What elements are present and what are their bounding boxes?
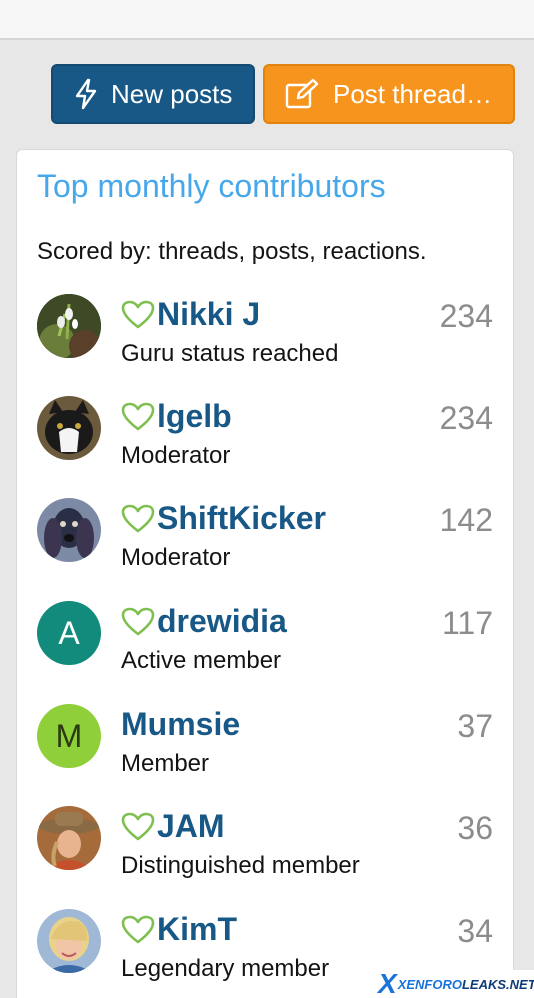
watermark-logo: X XENFORO LEAKS.NET [378, 968, 534, 998]
watermark-text-part1: XENFORO [397, 976, 462, 992]
member-score: 142 [439, 502, 493, 538]
avatar[interactable]: M [37, 704, 101, 768]
edit-icon [285, 78, 319, 109]
member-rank: Legendary member [121, 955, 330, 982]
member-name[interactable]: lgelb [157, 398, 232, 435]
post-thread-button[interactable]: Post thread… [263, 64, 515, 124]
lightning-icon [75, 78, 97, 110]
member-rank: Member [121, 750, 210, 777]
member-rank: Moderator [121, 442, 231, 469]
member-score: 34 [457, 913, 493, 949]
avatar[interactable] [37, 498, 101, 562]
member-name[interactable]: JAM [157, 808, 225, 845]
avatar[interactable] [37, 294, 101, 358]
widget-title[interactable]: Top monthly contributors [37, 168, 386, 205]
member-name[interactable]: KimT [157, 911, 237, 948]
heart-icon [121, 607, 155, 635]
list-item: Nikki J Guru status reached 234 [17, 294, 513, 394]
member-name[interactable]: Nikki J [157, 296, 260, 333]
list-item: ShiftKicker Moderator 142 [17, 498, 513, 598]
member-score: 117 [441, 605, 493, 641]
member-name[interactable]: Mumsie [121, 706, 240, 743]
member-rank: Active member [121, 647, 282, 674]
heart-icon [121, 402, 155, 430]
member-score: 36 [457, 810, 493, 846]
top-bar [0, 0, 534, 40]
new-posts-label: New posts [111, 78, 233, 109]
list-item: A drewidia Active member 117 [17, 601, 513, 701]
watermark-text-part2: LEAKS.NET [461, 976, 534, 992]
member-name[interactable]: drewidia [157, 603, 287, 640]
avatar[interactable] [37, 806, 101, 870]
member-score: 234 [439, 400, 493, 436]
top-contributors-widget: Top monthly contributors Scored by: thre… [16, 149, 514, 998]
avatar[interactable]: A [37, 601, 101, 665]
avatar[interactable] [37, 396, 101, 460]
widget-subtitle: Scored by: threads, posts, reactions. [37, 238, 427, 265]
heart-icon [121, 504, 155, 532]
member-rank: Guru status reached [121, 340, 339, 367]
list-item: JAM Distinguished member 36 [17, 806, 513, 906]
member-score: 234 [439, 298, 493, 334]
member-rank: Distinguished member [121, 852, 360, 879]
heart-icon [121, 915, 155, 943]
member-name[interactable]: ShiftKicker [157, 500, 326, 537]
member-rank: Moderator [121, 544, 231, 571]
new-posts-button[interactable]: New posts [51, 64, 255, 124]
list-item: M Mumsie Member 37 [17, 704, 513, 804]
list-item: lgelb Moderator 234 [17, 396, 513, 496]
heart-icon [121, 300, 155, 328]
heart-icon [121, 812, 155, 840]
watermark-x-icon: X [378, 968, 397, 998]
avatar[interactable] [37, 909, 101, 973]
post-thread-label: Post thread… [333, 78, 492, 109]
member-score: 37 [457, 708, 493, 744]
